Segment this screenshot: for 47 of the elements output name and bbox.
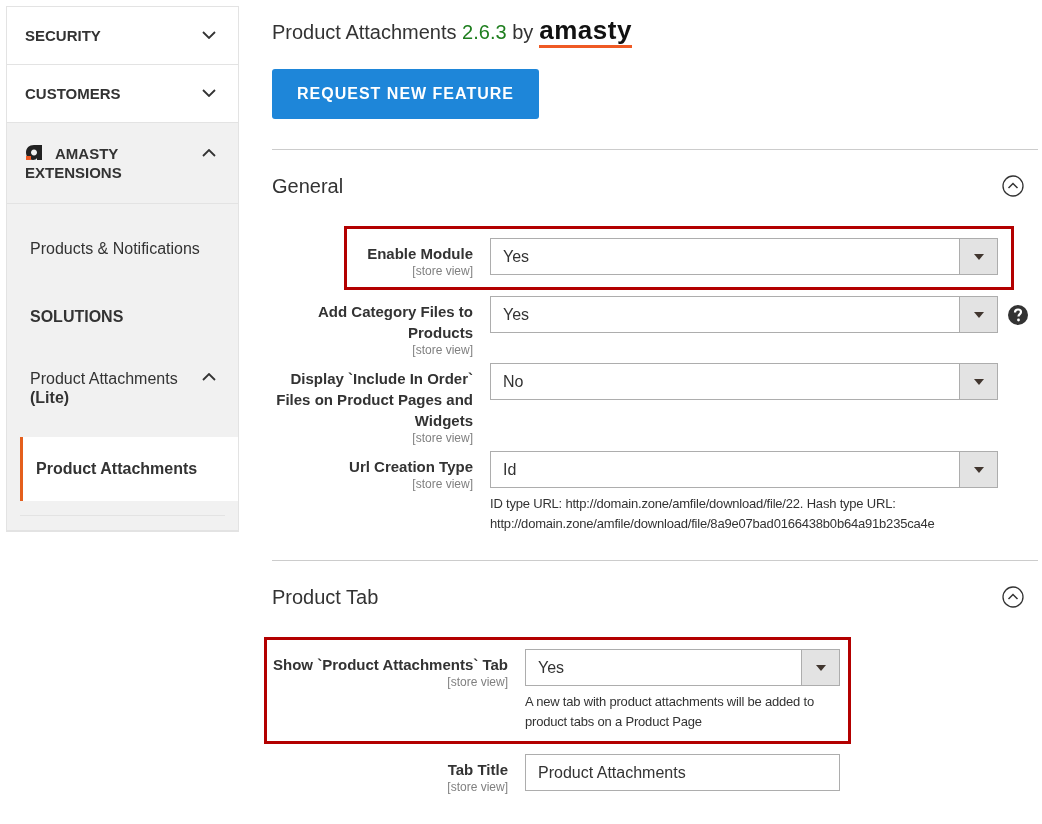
field-label: Url Creation Type [349,457,473,477]
section-heading[interactable]: Product Tab [272,582,379,612]
help-icon[interactable] [1008,304,1028,325]
field-label: Display `Include In Order` Files on Product Pages and Widgets [275,369,473,431]
amasty-logo-icon [25,144,43,161]
sidebar-link[interactable]: Products & Notifications [30,240,200,257]
sidebar-heading: SOLUTIONS [30,308,124,325]
field-label: Add Category Files to Products [316,302,473,343]
field-label: Tab Title [447,760,508,780]
chevron-up-icon [202,149,216,157]
collapse-icon[interactable] [1002,586,1024,608]
sidebar-item[interactable]: Product Attachments [20,437,238,501]
dropdown-arrow-icon [973,378,984,385]
dropdown-arrow-icon [973,466,984,473]
dropdown-arrow-icon [973,253,984,260]
dropdown-arrow-icon [815,664,826,671]
field-note: ID type URL: http://domain.zone/amfile/download/file/22. Hash type URL: http://domain.zone/amfile/download/file/8a9e07bad0166438b0b64a91b235ca4e [490,495,936,533]
select-field[interactable]: No [490,363,998,400]
section-title: SECURITY [25,26,102,45]
field-note: A new tab with product attachments will be added to product tabs on a Product Page [525,693,815,731]
scope-label: [store view] [412,264,473,278]
collapse-icon[interactable] [1002,175,1024,197]
select-field[interactable]: Yes [525,649,840,686]
scope-label: [store view] [447,780,508,794]
dropdown-arrow-icon [973,311,984,318]
scope-label: [store view] [412,343,473,357]
select-field[interactable]: Yes [490,296,998,333]
sidebar-section[interactable]: AMASTY EXTENSIONS [7,123,238,204]
sidebar-group[interactable]: Product Attachments (Lite) [7,351,238,437]
scope-label: [store view] [447,675,508,689]
page-title: Product Attachments 2.6.3 by [272,19,534,45]
scope-label: [store view] [412,431,473,445]
text-field[interactable]: Product Attachments [525,754,840,791]
brand-logo: amasty [539,15,632,48]
field-label: Show `Product Attachments` Tab [273,655,508,675]
section-title: CUSTOMERS [25,84,122,103]
group-title: Product Attachments (Lite) [30,369,178,407]
chevron-up-icon [202,373,216,381]
select-field[interactable]: Id [490,451,998,488]
field-label: Enable Module [367,244,473,264]
section-heading[interactable]: General [272,171,344,201]
select-field[interactable]: Yes [490,238,998,275]
scope-label: [store view] [412,477,473,491]
chevron-down-icon [202,89,216,97]
request-feature-button[interactable]: REQUEST NEW FEATURE [272,69,539,119]
chevron-down-icon [202,31,216,39]
section-title: AMASTY EXTENSIONS [25,144,123,182]
